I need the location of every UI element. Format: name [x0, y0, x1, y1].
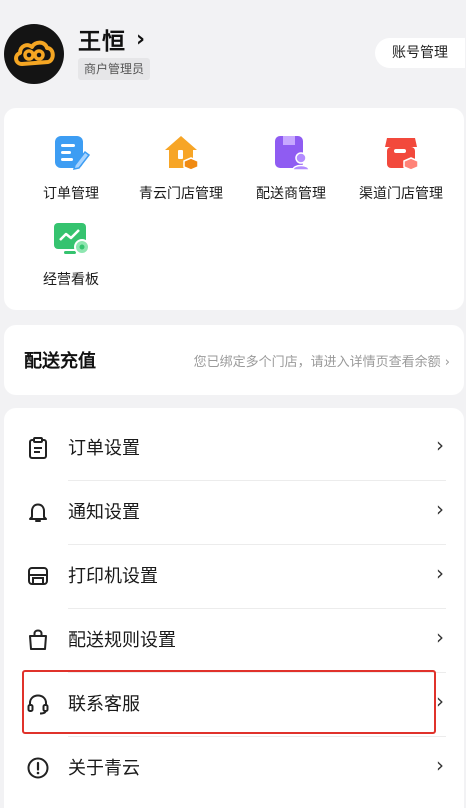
settings-item-delivery-rules[interactable]: 配送规则设置 ›: [4, 608, 464, 672]
settings-item-label: 通知设置: [68, 502, 140, 523]
settings-item-label: 关于青云: [68, 758, 140, 779]
quick-actions-card: 订单管理 青云门店管理 配送商管理 渠道门店管理 经营看板: [4, 108, 464, 310]
shopping-bag-icon: [29, 629, 47, 650]
settings-item-about[interactable]: 关于青云 ›: [4, 736, 464, 800]
chevron-right-icon: ›: [436, 433, 444, 457]
cloud-logo-icon: [14, 40, 55, 66]
settings-item-printer[interactable]: 打印机设置 ›: [4, 544, 464, 608]
account-manage-button[interactable]: 账号管理: [375, 38, 465, 68]
quick-action-label: 订单管理: [43, 186, 99, 202]
avatar[interactable]: [4, 24, 64, 84]
store-house-icon: [165, 136, 199, 171]
info-circle-icon: [27, 757, 49, 779]
printer-icon: [28, 567, 48, 585]
recharge-title: 配送充值: [24, 351, 96, 372]
chevron-right-icon: ›: [436, 689, 444, 713]
user-name-row[interactable]: 王恒 ›: [78, 22, 145, 56]
clipboard-icon: [29, 437, 47, 459]
highlight-annotation: [22, 670, 436, 734]
quick-action-label: 渠道门店管理: [359, 186, 443, 202]
channel-store-icon: [385, 138, 419, 171]
dashboard-chart-icon: [54, 223, 90, 255]
chevron-right-icon: ›: [436, 561, 444, 585]
quick-action-store-manage[interactable]: 青云门店管理: [126, 132, 236, 203]
role-badge: 商户管理员: [78, 58, 151, 80]
settings-item-notification[interactable]: 通知设置 ›: [4, 480, 464, 544]
quick-action-label: 青云门店管理: [139, 186, 223, 202]
quick-action-label: 配送商管理: [256, 186, 326, 202]
quick-action-label: 经营看板: [43, 272, 99, 288]
courier-user-icon: [275, 136, 310, 171]
recharge-description[interactable]: 您已绑定多个门店，请进入详情页查看余额 ›: [194, 351, 450, 370]
settings-item-label: 配送规则设置: [68, 630, 176, 651]
quick-action-courier-manage[interactable]: 配送商管理: [236, 132, 346, 203]
profile-header: 王恒 › 商户管理员 账号管理: [0, 0, 466, 100]
settings-item-label: 订单设置: [68, 438, 140, 459]
chevron-right-icon: ›: [436, 753, 444, 777]
settings-item-label: 打印机设置: [68, 566, 158, 587]
delivery-recharge-card[interactable]: 配送充值 您已绑定多个门店，请进入详情页查看余额 ›: [4, 325, 464, 395]
chevron-right-icon[interactable]: ›: [136, 27, 145, 52]
order-doc-icon: [55, 136, 91, 170]
quick-action-channel-store-manage[interactable]: 渠道门店管理: [346, 132, 456, 203]
quick-action-dashboard[interactable]: 经营看板: [16, 218, 126, 289]
settings-item-order[interactable]: 订单设置 ›: [4, 416, 464, 480]
user-name[interactable]: 王恒: [78, 22, 126, 56]
chevron-right-icon: ›: [436, 625, 444, 649]
bell-icon: [29, 503, 47, 522]
chevron-right-icon: ›: [436, 497, 444, 521]
quick-action-order-manage[interactable]: 订单管理: [16, 132, 126, 203]
settings-list: 订单设置 › 通知设置 › 打印机设置 › 配送规则设置 › 联系客服 › 关于…: [4, 408, 464, 808]
